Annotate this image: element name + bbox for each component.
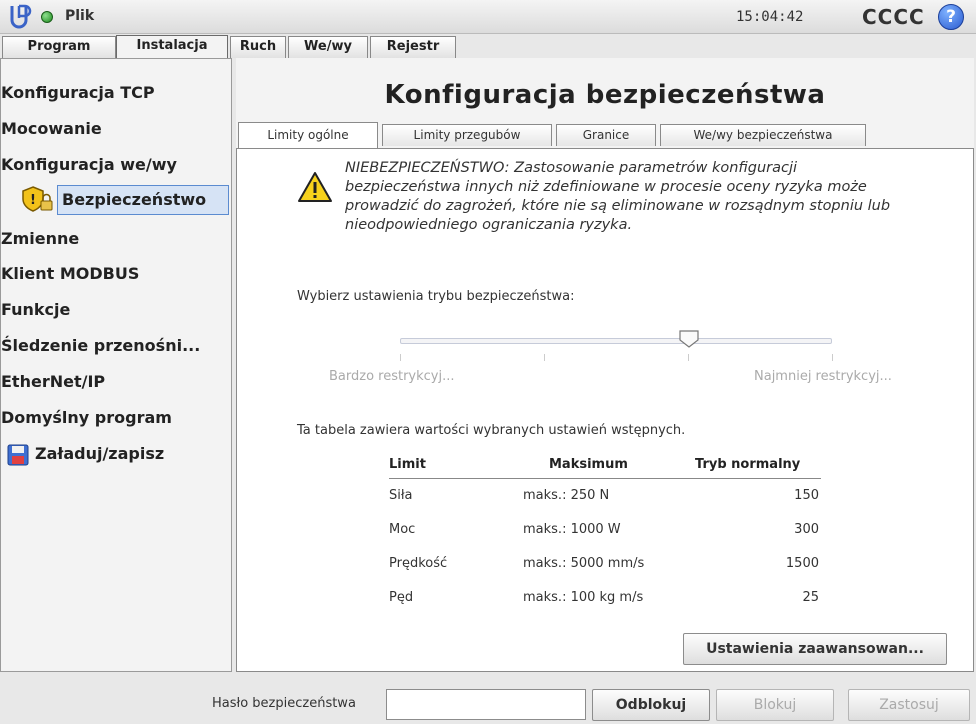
main-tabs: Program Instalacja Ruch We/wy Rejestr <box>0 34 976 59</box>
tab-limity-przegubow[interactable]: Limity przegubów <box>382 124 552 146</box>
sidebar-item-domyslny-program[interactable]: Domyślny program <box>1 404 172 434</box>
tab-we-wy[interactable]: We/wy <box>288 36 368 58</box>
row-maximum: maks.: 5000 mm/s <box>523 556 645 571</box>
table-intro: Ta tabela zawiera wartości wybranych ust… <box>297 423 686 438</box>
sub-tabs: Limity ogólne Limity przegubów Granice W… <box>236 122 976 148</box>
row-normal-value: 150 <box>794 488 819 503</box>
sidebar-item-konfiguracja-we-wy[interactable]: Konfiguracja we/wy <box>1 151 177 181</box>
page-title: Konfiguracja bezpieczeństwa <box>384 80 826 110</box>
row-limit-name: Moc <box>389 522 416 537</box>
limits-panel: NIEBEZPIECZEŃSTWO: Zastosowanie parametr… <box>236 148 974 672</box>
security-shield-icon: ! <box>22 186 53 212</box>
sidebar-item-zaladuj-zapisz[interactable]: Załaduj/zapisz <box>35 440 164 470</box>
row-maximum: maks.: 250 N <box>523 488 610 503</box>
tab-program[interactable]: Program <box>2 36 116 58</box>
slider-max-label: Najmniej restrykcyj... <box>754 369 892 384</box>
tab-we-wy-bezpieczenstwa[interactable]: We/wy bezpieczeństwa <box>660 124 866 146</box>
warning-icon <box>298 172 332 202</box>
tab-instalacja[interactable]: Instalacja <box>116 35 228 59</box>
row-maximum: maks.: 1000 W <box>523 522 621 537</box>
sidebar-item-ethernet-ip[interactable]: EtherNet/IP <box>1 368 105 398</box>
help-icon[interactable]: ? <box>938 4 964 30</box>
clock: 15:04:42 <box>736 9 804 25</box>
slider-tick <box>832 354 833 361</box>
row-limit-name: Pęd <box>389 590 414 605</box>
unlock-button[interactable]: Odblokuj <box>592 689 710 721</box>
password-label: Hasło bezpieczeństwa <box>212 696 356 711</box>
robot-name: CCCC <box>862 5 925 29</box>
sidebar-item-bezpieczenstwo[interactable]: Bezpieczeństwo <box>57 185 229 215</box>
robot-status-icon[interactable] <box>41 11 53 23</box>
safety-password-input[interactable] <box>386 689 586 720</box>
slider-min-label: Bardzo restrykcyj... <box>329 369 455 384</box>
tab-granice[interactable]: Granice <box>556 124 656 146</box>
sidebar-item-klient-modbus[interactable]: Klient MODBUS <box>1 260 139 290</box>
column-header-maksimum: Maksimum <box>549 457 628 472</box>
universal-robots-logo-icon <box>10 4 32 29</box>
tab-ruch[interactable]: Ruch <box>230 36 286 58</box>
column-header-tryb-normalny: Tryb normalny <box>695 457 801 472</box>
file-menu[interactable]: Plik <box>65 8 94 24</box>
sidebar: Konfiguracja TCP Mocowanie Konfiguracja … <box>0 58 232 672</box>
lock-button[interactable]: Blokuj <box>716 689 834 721</box>
sidebar-item-zmienne[interactable]: Zmienne <box>1 225 79 255</box>
column-header-limit: Limit <box>389 457 426 472</box>
svg-text:!: ! <box>30 193 36 208</box>
sidebar-item-mocowanie[interactable]: Mocowanie <box>1 115 102 145</box>
sidebar-item-konfiguracja-tcp[interactable]: Konfiguracja TCP <box>1 79 155 109</box>
header-divider <box>389 478 821 479</box>
row-normal-value: 25 <box>802 590 819 605</box>
slider-tick <box>544 354 545 361</box>
row-limit-name: Siła <box>389 488 413 503</box>
slider-tick <box>688 354 689 361</box>
safety-mode-label: Wybierz ustawienia trybu bezpieczeństwa: <box>297 289 575 304</box>
safety-warning-text: NIEBEZPIECZEŃSTWO: Zastosowanie parametr… <box>345 160 891 233</box>
sidebar-item-sledzenie-przenosnika[interactable]: Śledzenie przenośni... <box>1 332 200 362</box>
tab-rejestr[interactable]: Rejestr <box>370 36 456 58</box>
advanced-settings-button[interactable]: Ustawienia zaawansowan... <box>683 633 947 665</box>
row-limit-name: Prędkość <box>389 556 448 571</box>
slider-thumb[interactable] <box>678 329 700 349</box>
save-disk-icon <box>7 444 29 466</box>
apply-button[interactable]: Zastosuj <box>848 689 970 721</box>
row-normal-value: 1500 <box>785 556 819 571</box>
row-maximum: maks.: 100 kg m/s <box>523 590 644 605</box>
tab-limity-ogolne[interactable]: Limity ogólne <box>238 122 378 148</box>
title-bar: Plik 15:04:42 CCCC ? <box>0 0 976 34</box>
safety-mode-slider[interactable] <box>400 338 832 344</box>
slider-tick <box>400 354 401 361</box>
sidebar-item-funkcje[interactable]: Funkcje <box>1 296 70 326</box>
row-normal-value: 300 <box>794 522 819 537</box>
